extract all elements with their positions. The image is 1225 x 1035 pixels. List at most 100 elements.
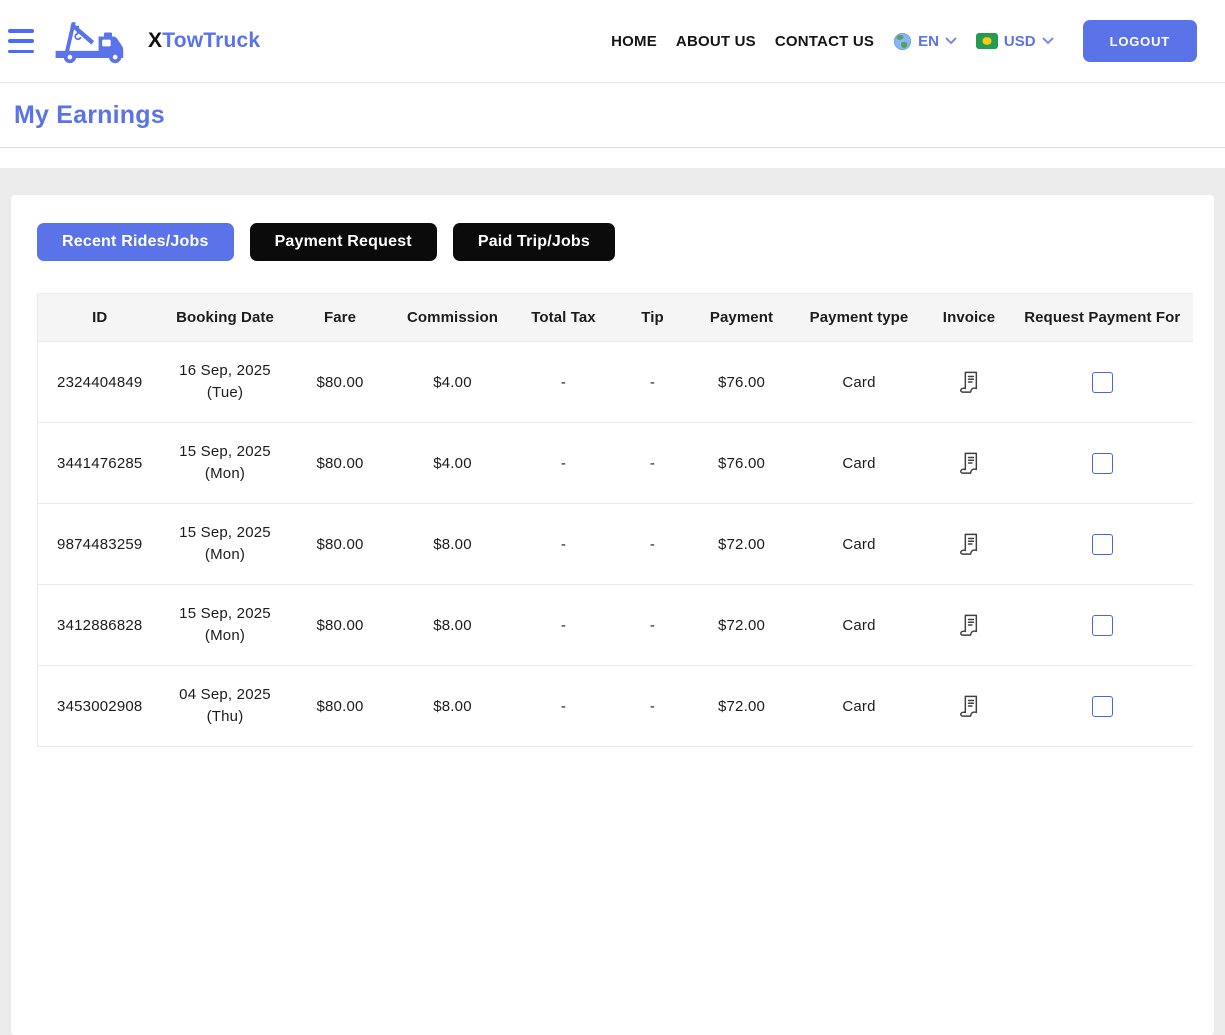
tab-paid-trip-jobs[interactable]: Paid Trip/Jobs (452, 223, 615, 261)
cell-payment-type: Card (791, 665, 927, 747)
chevron-down-icon (945, 37, 957, 45)
cell-ride-id: 9874483259 (37, 503, 162, 585)
cell-commission: $4.00 (391, 341, 514, 423)
cell-request-payment (1011, 341, 1193, 423)
table-row: 2324404849 16 Sep, 2025 (Tue) $80.00 $4.00- -… (37, 341, 1193, 423)
cell-total-tax: - (513, 503, 614, 585)
col-fare: Fare (288, 293, 392, 342)
cell-request-payment (1011, 422, 1193, 504)
cell-tip: - (613, 503, 692, 585)
request-payment-checkbox[interactable] (1091, 533, 1113, 555)
cell-payment: $72.00 (691, 665, 792, 747)
cell-booking-date: 04 Sep, 2025 (Thu) (161, 665, 289, 747)
col-id: ID (37, 293, 162, 342)
earnings-card: Recent Rides/Jobs Payment Request Paid T… (11, 195, 1214, 1035)
cell-total-tax: - (513, 341, 614, 423)
cell-fare: $80.00 (288, 665, 392, 747)
table-row: 3453002908 04 Sep, 2025 (Thu) $80.00 $8.00- -… (37, 665, 1193, 747)
cell-invoice (926, 665, 1012, 747)
globe-icon (893, 32, 912, 51)
cell-tip: - (613, 584, 692, 666)
cell-commission: $4.00 (391, 422, 514, 504)
request-payment-checkbox[interactable] (1091, 452, 1113, 474)
cell-payment-type: Card (791, 584, 927, 666)
cell-booking-date: 15 Sep, 2025 (Mon) (161, 584, 289, 666)
table-header: ID Booking Date Fare Commission Total Ta… (37, 293, 1193, 342)
col-request-payment-for: Request Payment For (1011, 293, 1193, 342)
col-tip: Tip (613, 293, 692, 342)
cell-commission: $8.00 (391, 503, 514, 585)
cell-request-payment (1011, 503, 1193, 585)
table-body: 2324404849 16 Sep, 2025 (Tue) $80.00 $4.00- -… (37, 341, 1193, 747)
earnings-content: Recent Rides/Jobs Payment Request Paid T… (0, 168, 1225, 1035)
cell-fare: $80.00 (288, 422, 392, 504)
cell-request-payment (1011, 584, 1193, 666)
cell-invoice (926, 422, 1012, 504)
cell-payment: $76.00 (691, 341, 792, 423)
earnings-table-wrap: ID Booking Date Fare Commission Total Ta… (37, 293, 1193, 747)
table-row: 3441476285 15 Sep, 2025 (Mon) $80.00 $4.00- -… (37, 422, 1193, 504)
cell-payment-type: Card (791, 341, 927, 423)
receipt-icon[interactable] (958, 451, 980, 476)
earnings-table: ID Booking Date Fare Commission Total Ta… (37, 293, 1193, 747)
cell-payment: $72.00 (691, 584, 792, 666)
cell-fare: $80.00 (288, 341, 392, 423)
hamburger-icon[interactable] (8, 29, 34, 53)
receipt-icon[interactable] (958, 532, 980, 557)
cell-invoice (926, 503, 1012, 585)
tab-recent-rides-jobs[interactable]: Recent Rides/Jobs (37, 223, 234, 261)
cell-commission: $8.00 (391, 584, 514, 666)
table-row: 3412886828 15 Sep, 2025 (Mon) $80.00 $8.00- -… (37, 584, 1193, 666)
cell-booking-date: 15 Sep, 2025 (Mon) (161, 422, 289, 504)
request-payment-checkbox[interactable] (1091, 695, 1113, 717)
cell-commission: $8.00 (391, 665, 514, 747)
cell-ride-id: 3412886828 (37, 584, 162, 666)
language-selector[interactable]: EN (893, 32, 957, 51)
cell-total-tax: - (513, 665, 614, 747)
cell-booking-date: 16 Sep, 2025 (Tue) (161, 341, 289, 423)
brand-logo[interactable]: XTowTruck (52, 17, 260, 65)
cell-total-tax: - (513, 422, 614, 504)
language-code: EN (918, 32, 939, 50)
cell-booking-date: 15 Sep, 2025 (Mon) (161, 503, 289, 585)
top-navbar: XTowTruck HOME ABOUT US CONTACT US EN US… (0, 0, 1225, 83)
cell-fare: $80.00 (288, 503, 392, 585)
page-title-bar: My Earnings (0, 83, 1225, 148)
cell-ride-id: 2324404849 (37, 341, 162, 423)
cell-total-tax: - (513, 584, 614, 666)
currency-code: USD (1003, 32, 1036, 50)
nav-contact-us[interactable]: CONTACT US (775, 33, 874, 50)
col-total-tax: Total Tax (513, 293, 614, 342)
currency-flag-icon (975, 33, 998, 49)
currency-selector[interactable]: USD (975, 32, 1054, 50)
col-booking-date: Booking Date (161, 293, 289, 342)
cell-tip: - (613, 422, 692, 504)
request-payment-checkbox[interactable] (1091, 371, 1113, 393)
main-nav: HOME ABOUT US CONTACT US EN USD LOGOUT (611, 20, 1197, 62)
title-divider-gap (0, 148, 1225, 168)
earnings-tabs: Recent Rides/Jobs Payment Request Paid T… (37, 223, 1193, 261)
cell-ride-id: 3441476285 (37, 422, 162, 504)
col-commission: Commission (391, 293, 514, 342)
cell-tip: - (613, 665, 692, 747)
request-payment-checkbox[interactable] (1091, 614, 1113, 636)
cell-invoice (926, 584, 1012, 666)
cell-request-payment (1011, 665, 1193, 747)
table-row: 9874483259 15 Sep, 2025 (Mon) $80.00 $8.00- -… (37, 503, 1193, 585)
col-payment-type: Payment type (791, 293, 927, 342)
col-payment: Payment (691, 293, 792, 342)
tab-payment-request[interactable]: Payment Request (249, 223, 437, 261)
nav-about-us[interactable]: ABOUT US (676, 33, 756, 50)
receipt-icon[interactable] (958, 613, 980, 638)
chevron-down-icon (1042, 37, 1054, 45)
cell-payment: $72.00 (691, 503, 792, 585)
cell-payment: $76.00 (691, 422, 792, 504)
receipt-icon[interactable] (958, 370, 980, 395)
nav-home[interactable]: HOME (611, 33, 657, 50)
cell-payment-type: Card (791, 503, 927, 585)
logout-button[interactable]: LOGOUT (1082, 20, 1197, 62)
receipt-icon[interactable] (958, 694, 980, 719)
tow-truck-logo-icon (52, 17, 138, 65)
cell-payment-type: Card (791, 422, 927, 504)
cell-tip: - (613, 341, 692, 423)
